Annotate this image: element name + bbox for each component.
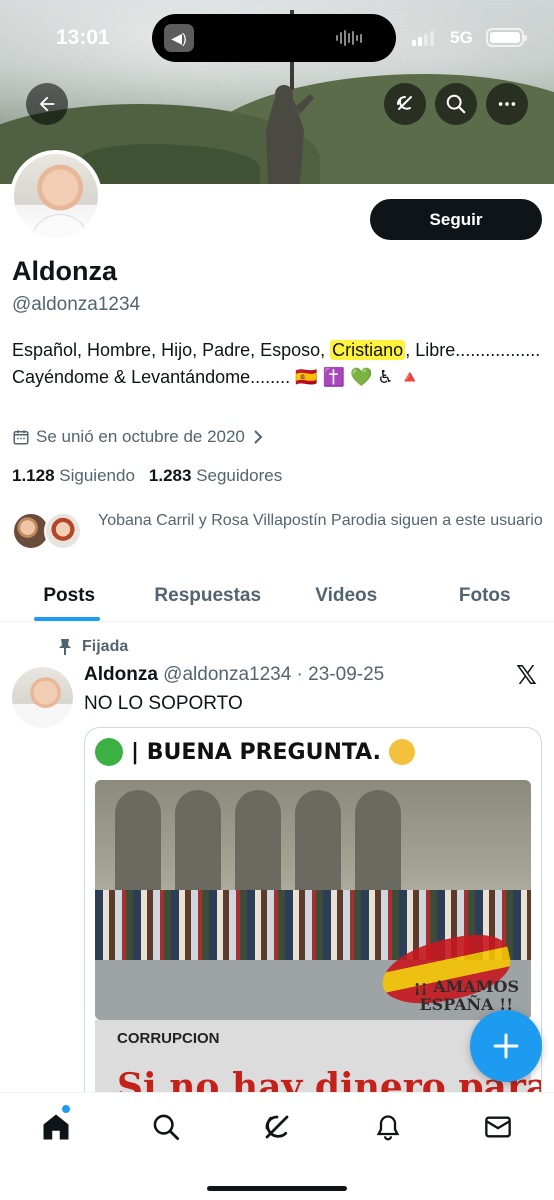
profile-tabs: Posts Respuestas Videos Fotos	[0, 570, 554, 622]
notification-dot	[62, 1105, 70, 1113]
following-count: 1.128	[12, 466, 55, 485]
status-time: 13:01	[56, 26, 110, 49]
profile-handle: @aldonza1234	[12, 294, 141, 315]
followed-by-text: Yobana Carril y Rosa Villapostín Parodia…	[98, 512, 543, 529]
following-label: Siguiendo	[59, 466, 135, 485]
profile-name: Aldonza	[12, 256, 117, 286]
joined-date[interactable]: Se unió en octubre de 2020	[12, 427, 265, 447]
profile-bio: Español, Hombre, Hijo, Padre, Esposo, Cr…	[12, 337, 546, 391]
signal-icon	[412, 30, 434, 46]
followers-label: Seguidores	[196, 466, 283, 485]
post-meta: @aldonza1234 · 23-09-25	[163, 664, 385, 685]
tab-photos[interactable]: Fotos	[416, 570, 554, 621]
nav-notifications[interactable]	[368, 1107, 408, 1147]
pinned-label: Fijada	[82, 638, 129, 655]
home-indicator	[207, 1186, 347, 1191]
bio-text: Español, Hombre, Hijo, Padre, Esposo,	[12, 340, 331, 360]
tab-videos[interactable]: Videos	[277, 570, 416, 621]
profile-avatar[interactable]	[10, 150, 102, 242]
joined-text: Se unió en octubre de 2020	[36, 427, 245, 446]
back-arrow-icon	[39, 96, 55, 112]
overlay-line: ¡¡ AMAMOS	[413, 977, 519, 996]
pin-icon	[59, 639, 71, 655]
grok-icon	[397, 96, 412, 110]
media-photo: ¡¡ AMAMOS ESPAÑA !!	[95, 780, 531, 1020]
home-icon	[43, 1114, 69, 1140]
follow-button[interactable]: Seguir	[370, 199, 542, 240]
post-text: NO LO SOPORTO	[84, 693, 243, 714]
caption-small: CORRUPCION	[117, 1030, 220, 1047]
post-author[interactable]: Aldonza	[84, 664, 158, 685]
bottom-nav	[0, 1092, 554, 1200]
back-button[interactable]	[26, 83, 68, 125]
more-icon	[498, 102, 516, 106]
bell-icon	[376, 1115, 400, 1141]
compose-button[interactable]	[470, 1010, 542, 1082]
more-button[interactable]	[486, 83, 528, 125]
tab-posts[interactable]: Posts	[0, 570, 139, 621]
grok-icon	[265, 1115, 289, 1139]
follow-stats: 1.128 Siguiendo 1.283 Seguidores	[12, 466, 282, 486]
nav-search[interactable]	[146, 1107, 186, 1147]
post-avatar[interactable]	[12, 667, 73, 728]
media-headline-text: | BUENA PREGUNTA.	[131, 739, 381, 765]
plus-icon	[493, 1033, 519, 1059]
search-icon	[446, 94, 466, 114]
mail-icon	[485, 1116, 511, 1138]
network-type: 5G	[450, 28, 473, 47]
followers-link[interactable]: 1.283 Seguidores	[149, 466, 282, 486]
photo-overlay-text: ¡¡ AMAMOS ESPAÑA !!	[414, 978, 519, 1014]
post-header: Aldonza @aldonza1234 · 23-09-25	[84, 664, 384, 686]
x-logo-icon: 𝕏	[516, 660, 537, 690]
bio-highlight: Cristiano	[330, 340, 406, 360]
nav-home[interactable]	[36, 1107, 76, 1147]
audio-wave-icon	[336, 30, 364, 46]
pinned-indicator: Fijada	[58, 638, 128, 656]
nav-grok[interactable]	[257, 1107, 297, 1147]
speaker-icon: ◀)	[164, 24, 194, 52]
tab-replies[interactable]: Respuestas	[139, 570, 278, 621]
nav-messages[interactable]	[478, 1107, 518, 1147]
grok-button[interactable]	[384, 83, 426, 125]
followed-by[interactable]: Yobana Carril y Rosa Villapostín Parodia…	[12, 508, 546, 560]
calendar-icon	[13, 430, 29, 445]
search-button[interactable]	[435, 83, 477, 125]
followers-count: 1.283	[148, 466, 192, 485]
status-bar: 13:01 ◀) 5G	[0, 0, 554, 76]
dynamic-island: ◀)	[152, 14, 396, 62]
thinking-face-icon	[388, 739, 415, 765]
chevron-right-icon	[254, 430, 263, 444]
following-link[interactable]: 1.128 Siguiendo	[12, 466, 135, 486]
follower-avatar	[44, 512, 82, 550]
green-circle-icon	[95, 738, 123, 766]
media-headline: | BUENA PREGUNTA.	[95, 738, 415, 766]
search-icon	[153, 1114, 180, 1141]
battery-icon	[486, 28, 527, 47]
